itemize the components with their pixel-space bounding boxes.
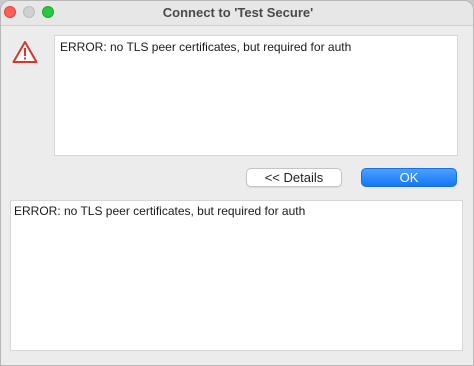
dialog-window: Connect to 'Test Secure' ERROR: no TLS p… xyxy=(0,0,474,366)
warning-triangle-icon xyxy=(12,40,38,64)
details-text-area[interactable]: ERROR: no TLS peer certificates, but req… xyxy=(10,200,463,351)
title-bar: Connect to 'Test Secure' xyxy=(1,1,473,26)
details-button[interactable]: << Details xyxy=(246,168,342,187)
window-title: Connect to 'Test Secure' xyxy=(162,5,314,20)
ok-button[interactable]: OK xyxy=(361,168,457,187)
error-message-text: ERROR: no TLS peer certificates, but req… xyxy=(60,40,352,54)
error-message-box: ERROR: no TLS peer certificates, but req… xyxy=(54,35,458,156)
details-text: ERROR: no TLS peer certificates, but req… xyxy=(14,204,306,218)
